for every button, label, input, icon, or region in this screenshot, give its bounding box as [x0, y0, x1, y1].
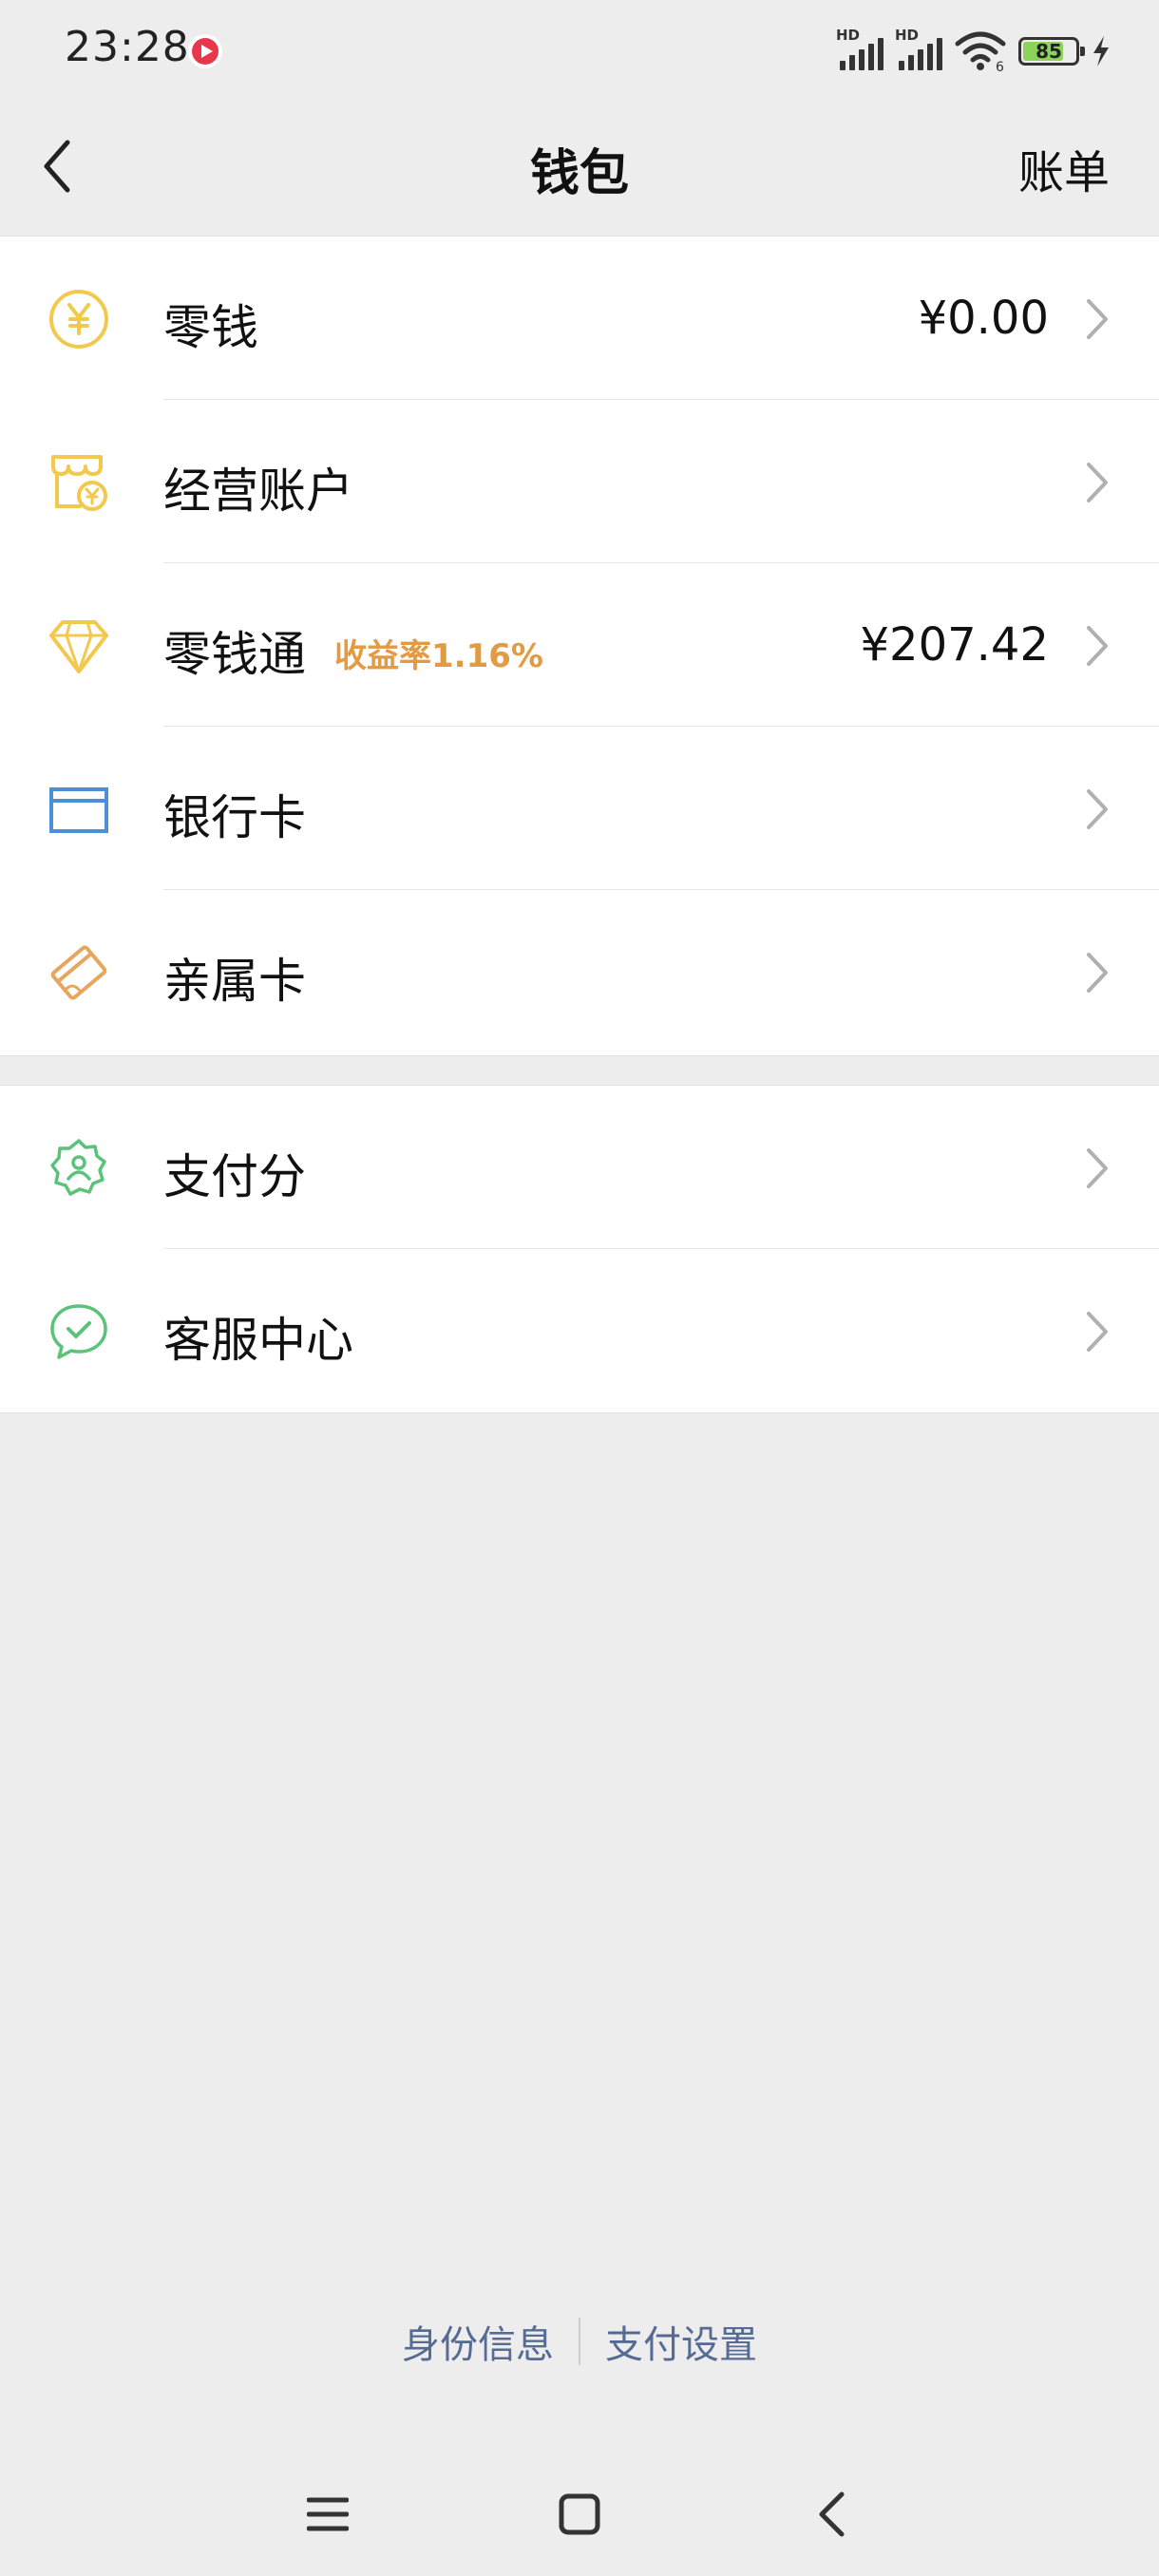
- battery-level: 85: [1036, 40, 1062, 63]
- yuan-coin-icon: [49, 290, 108, 349]
- list-item-label: 零钱通: [163, 627, 306, 682]
- list-item-customer-service[interactable]: 客服中心: [0, 1249, 1159, 1412]
- list-item-label: 经营账户: [163, 464, 353, 519]
- signal-1-icon: HD: [836, 27, 884, 70]
- chevron-right-icon: [1087, 626, 1108, 666]
- diamond-icon: [49, 620, 108, 673]
- footer-divider: [579, 2318, 580, 2365]
- list-item-change[interactable]: 零钱 ¥0.00: [0, 237, 1159, 400]
- chevron-right-icon: [1087, 1312, 1108, 1352]
- hd-label-2: HD: [895, 27, 920, 44]
- list-item-bank-card[interactable]: 银行卡: [0, 727, 1159, 890]
- chevron-right-icon: [1087, 299, 1108, 339]
- pay-score-icon: [50, 1139, 106, 1196]
- list-item-lingqiantong[interactable]: 零钱通 收益率1.16% ¥207.42: [0, 563, 1159, 727]
- system-nav-bar: [0, 2451, 1159, 2576]
- payment-settings-link[interactable]: 支付设置: [605, 2314, 757, 2369]
- nav-bar: 钱包 账单: [0, 99, 1159, 236]
- list-item-family-card[interactable]: 亲属卡: [0, 890, 1159, 1053]
- wallet-list-group-1: 零钱 ¥0.00 经营账户 零钱通 收益率1.16% ¥207.42 银行卡 亲…: [0, 236, 1159, 1056]
- footer-links: 身份信息 支付设置: [0, 2314, 1159, 2369]
- list-item-label: 银行卡: [163, 790, 306, 845]
- chevron-right-icon: [1087, 953, 1108, 993]
- battery-icon: 85: [1018, 37, 1085, 66]
- status-time: 23:28: [65, 23, 190, 71]
- menu-button[interactable]: [294, 2481, 361, 2548]
- system-back-button[interactable]: [798, 2481, 864, 2548]
- list-item-label: 支付分: [163, 1149, 306, 1204]
- shop-account-icon: [51, 455, 107, 511]
- chevron-right-icon: [1087, 1148, 1108, 1188]
- home-button[interactable]: [546, 2481, 613, 2548]
- charging-icon: [1093, 36, 1109, 66]
- list-item-label: 亲属卡: [163, 954, 306, 1009]
- identity-info-link[interactable]: 身份信息: [402, 2314, 554, 2369]
- wallet-list-group-2: 支付分 客服中心: [0, 1085, 1159, 1413]
- list-item-business-account[interactable]: 经营账户: [0, 400, 1159, 563]
- lingqiantong-balance: ¥207.42: [860, 618, 1050, 672]
- hd-label-1: HD: [836, 27, 861, 44]
- customer-service-icon: [50, 1304, 107, 1359]
- list-item-pay-score[interactable]: 支付分: [0, 1086, 1159, 1249]
- list-item-label: 零钱: [163, 300, 258, 355]
- notification-app-icon: [188, 34, 222, 68]
- home-square-icon: [559, 2493, 600, 2535]
- status-bar: 23:28 HD HD 6 85: [0, 0, 1159, 99]
- signal-2-icon: HD: [895, 27, 942, 70]
- menu-icon: [307, 2497, 349, 2531]
- chevron-right-icon: [1087, 463, 1108, 502]
- chevron-right-icon: [1087, 789, 1108, 829]
- bank-card-icon: [49, 787, 108, 833]
- family-card-icon: [50, 945, 107, 1000]
- bill-button[interactable]: 账单: [1018, 135, 1110, 201]
- change-balance: ¥0.00: [918, 292, 1049, 345]
- list-item-label: 客服中心: [163, 1313, 353, 1368]
- back-triangle-icon: [819, 2491, 845, 2537]
- page-title: 钱包: [529, 145, 629, 202]
- status-indicators: HD HD 6 85: [836, 27, 1112, 76]
- yield-rate-badge: 收益率1.16%: [334, 637, 543, 675]
- wifi-icon: 6: [955, 31, 1006, 72]
- wifi-label: 6: [996, 60, 1004, 72]
